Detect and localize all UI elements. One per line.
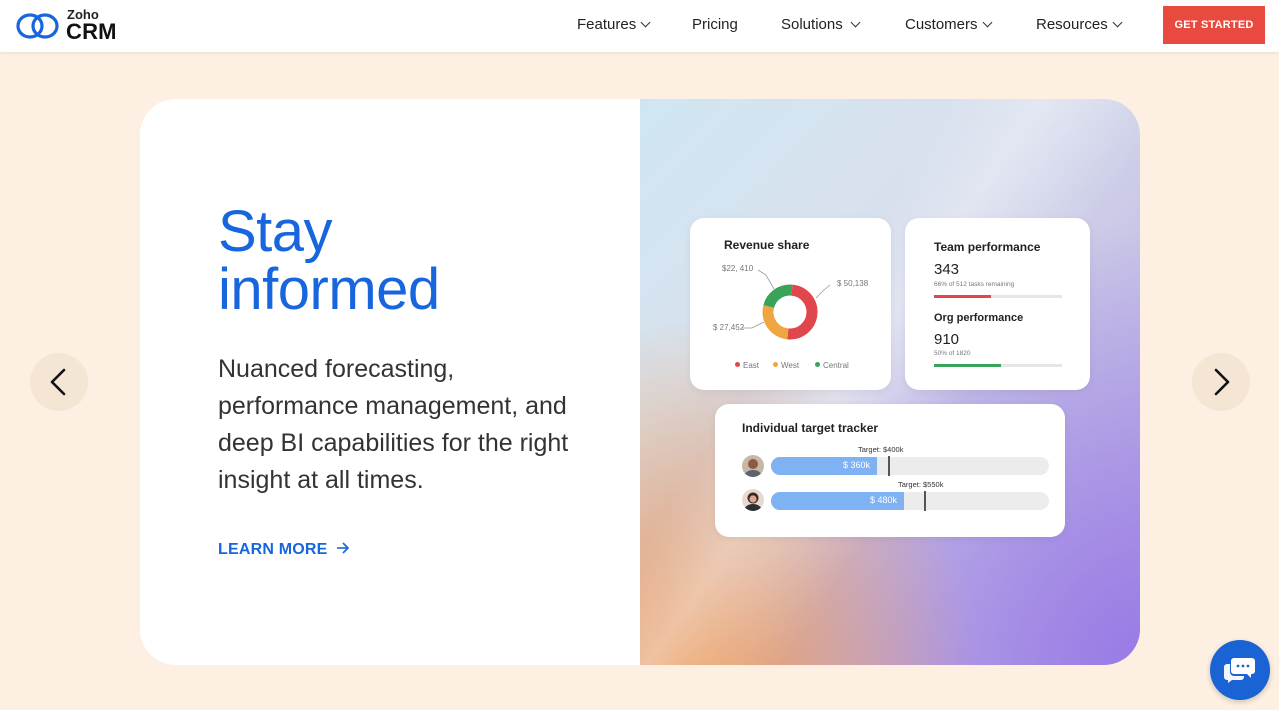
nav-pricing-label: Pricing	[692, 16, 738, 33]
target-progress-value: $ 360k	[843, 460, 871, 470]
nav-solutions[interactable]: Solutions	[781, 16, 861, 33]
chevron-down-icon	[982, 17, 992, 28]
logo-text-crm: CRM	[66, 19, 117, 44]
target-progress-bar: $ 360k	[771, 456, 1049, 476]
chevron-down-icon	[640, 17, 651, 28]
slide-headline: Stay informed	[218, 203, 440, 319]
org-performance-bar-fill	[934, 364, 1002, 367]
chat-launcher-button[interactable]	[1210, 640, 1270, 700]
headline-line-1: Stay	[218, 199, 333, 264]
arrow-right-icon	[336, 541, 350, 559]
target-marker	[924, 491, 926, 511]
carousel-next-button[interactable]	[1192, 353, 1250, 411]
nav-features[interactable]: Features	[577, 16, 651, 33]
zoho-logo-icon	[16, 13, 59, 39]
site-header: Zoho CRM Features Pricing Solutions Cust…	[0, 0, 1279, 52]
chevron-down-icon	[1112, 17, 1123, 28]
legend-central: Central	[815, 361, 849, 370]
avatar	[742, 455, 764, 477]
slice-label-east: $ 50,138	[837, 279, 869, 288]
get-started-button[interactable]: GET STARTED	[1163, 6, 1265, 44]
team-performance-value: 343	[934, 261, 960, 278]
org-performance-caption: 50% of 1820	[934, 350, 971, 357]
slice-leader-line	[742, 321, 765, 329]
nav-resources[interactable]: Resources	[1036, 16, 1123, 33]
nav-features-label: Features	[577, 16, 637, 33]
performance-widget: Team performance 343 66% of 512 tasks re…	[905, 218, 1090, 390]
team-performance-bar	[934, 295, 1062, 298]
donut-slice-central	[763, 284, 793, 309]
chat-bubble-icon	[1224, 658, 1255, 683]
slice-label-central: $22, 410	[722, 264, 754, 273]
org-performance-bar	[934, 364, 1062, 367]
nav-customers-label: Customers	[905, 16, 978, 33]
target-marker	[888, 456, 890, 476]
slice-label-west: $ 27,452	[713, 323, 745, 332]
avatar	[742, 489, 764, 511]
chevron-left-icon	[50, 368, 66, 396]
org-performance-value: 910	[934, 331, 960, 348]
team-performance-title: Team performance	[934, 240, 1041, 254]
headline-line-2: informed	[218, 257, 440, 322]
target-label: Target: $550k	[898, 480, 944, 489]
slide-description: Nuanced forecasting, performance managem…	[218, 355, 569, 494]
donut-slice-east	[787, 284, 818, 340]
slide-text-panel: Stay informed Nuanced forecasting, perfo…	[140, 99, 640, 665]
team-performance-bar-fill	[934, 295, 992, 298]
slice-leader-line	[757, 269, 775, 290]
revenue-share-widget: Revenue share $22, 410 $ 50,138 $ 27,452…	[690, 218, 891, 390]
slide-illustration-panel: Revenue share $22, 410 $ 50,138 $ 27,452…	[640, 99, 1140, 665]
target-tracker-widget: Individual target tracker Target: $400k …	[715, 404, 1065, 537]
nav-pricing[interactable]: Pricing	[692, 16, 738, 33]
target-label: Target: $400k	[858, 445, 904, 454]
learn-more-link[interactable]: LEARN MORE	[218, 541, 350, 559]
slice-leader-line	[815, 284, 831, 299]
target-progress-bar: $ 480k	[771, 491, 1049, 511]
carousel-prev-button[interactable]	[30, 353, 88, 411]
feature-slide: Stay informed Nuanced forecasting, perfo…	[140, 99, 1140, 665]
chevron-down-icon	[850, 17, 861, 28]
donut-slice-west	[762, 305, 789, 340]
learn-more-label: LEARN MORE	[218, 541, 328, 558]
chevron-right-icon	[1214, 368, 1230, 396]
target-tracker-title: Individual target tracker	[742, 421, 879, 435]
legend-east: East	[735, 361, 759, 370]
nav-resources-label: Resources	[1036, 16, 1108, 33]
zoho-crm-logo[interactable]: Zoho CRM	[15, 7, 125, 44]
target-progress-value: $ 480k	[870, 495, 898, 505]
nav-solutions-label: Solutions	[781, 16, 843, 33]
legend-west: West	[773, 361, 799, 370]
team-performance-caption: 66% of 512 tasks remaining	[934, 281, 1015, 288]
nav-customers[interactable]: Customers	[905, 16, 992, 33]
org-performance-title: Org performance	[934, 312, 1024, 324]
